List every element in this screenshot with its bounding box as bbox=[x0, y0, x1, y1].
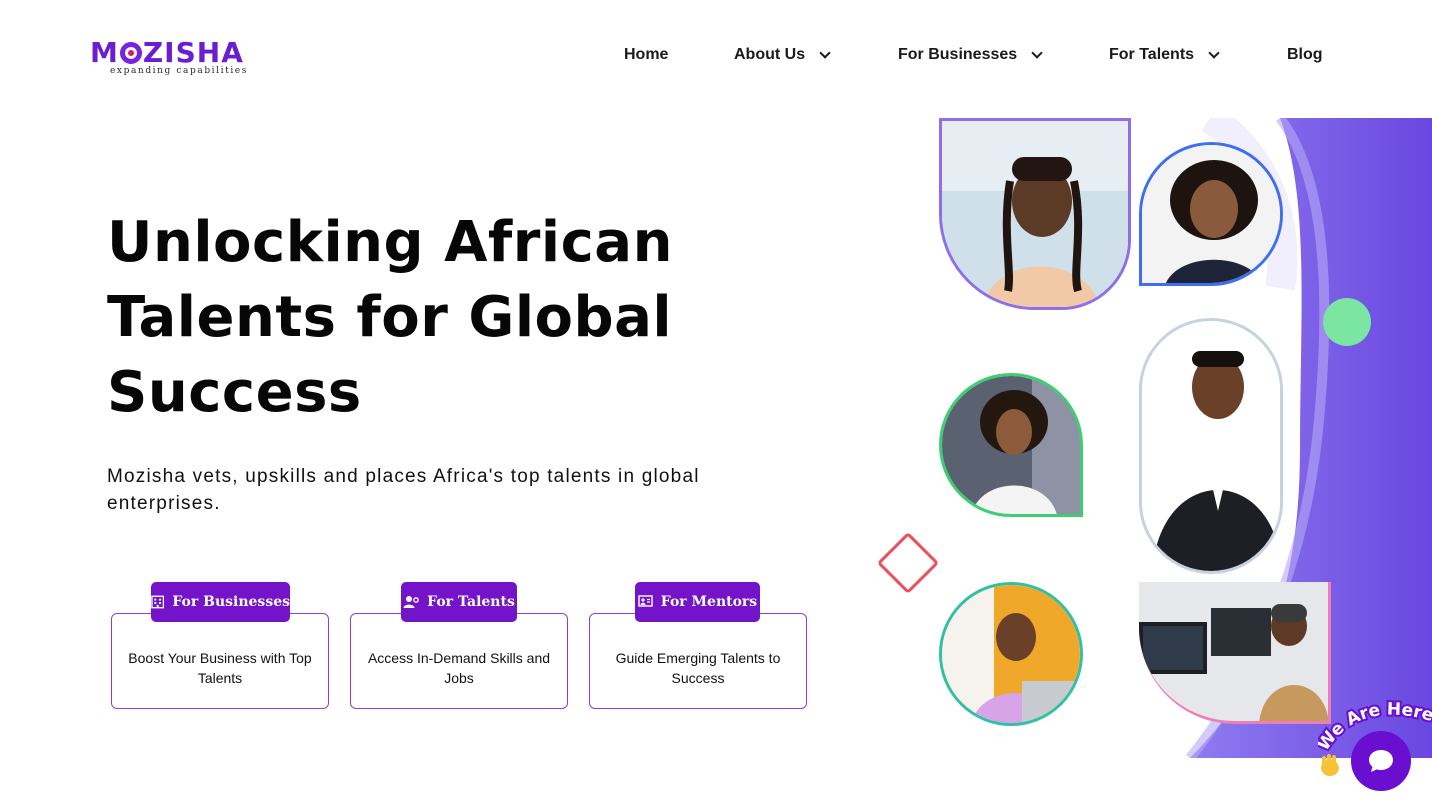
for-talents-button[interactable]: For Talents bbox=[401, 582, 517, 622]
chat-widget-button[interactable] bbox=[1351, 731, 1411, 791]
mentor-board-icon bbox=[638, 595, 653, 607]
red-diamond-decoration bbox=[876, 531, 940, 595]
nav-blog-label: Blog bbox=[1287, 46, 1323, 63]
nav-talents-label: For Talents bbox=[1109, 46, 1195, 63]
page: M ZISHA expanding capabilities Home About… bbox=[0, 0, 1432, 809]
for-mentors-button[interactable]: For Mentors bbox=[635, 582, 760, 622]
logo-o-mark bbox=[119, 42, 142, 64]
for-mentors-button-label: For Mentors bbox=[660, 594, 758, 610]
nav-for-businesses[interactable]: For Businesses bbox=[898, 46, 1043, 64]
for-talents-button-label: For Talents bbox=[427, 594, 515, 610]
hero-title-line-2: Talents for Global bbox=[107, 285, 673, 350]
logo-tagline: expanding capabilities bbox=[110, 66, 248, 76]
business-card-text: Boost Your Business with Top Talents bbox=[128, 650, 312, 686]
photo-man-in-suit bbox=[1139, 318, 1283, 574]
logo-wordmark: M ZISHA bbox=[90, 36, 244, 69]
chevron-down-icon bbox=[819, 46, 831, 59]
nav-about-us[interactable]: About Us bbox=[734, 46, 831, 64]
nav-home[interactable]: Home bbox=[624, 46, 668, 64]
mentors-card: Guide Emerging Talents to Success bbox=[589, 613, 807, 709]
photo-woman-headset bbox=[939, 582, 1083, 726]
talents-card-text: Access In-Demand Skills and Jobs bbox=[367, 650, 551, 686]
talents-card: Access In-Demand Skills and Jobs bbox=[350, 613, 568, 709]
hero-subtitle: Mozisha vets, upskills and places Africa… bbox=[107, 466, 700, 514]
photo-woman-smiling bbox=[1139, 142, 1283, 286]
nav-home-label: Home bbox=[624, 46, 669, 63]
hero-title-line-3: Success bbox=[107, 360, 362, 425]
for-businesses-button[interactable]: For Businesses bbox=[151, 582, 290, 622]
hero-title-line-1: Unlocking African bbox=[107, 210, 673, 275]
hero-title: Unlocking African Talents for Global Suc… bbox=[107, 205, 787, 430]
chevron-down-icon bbox=[1031, 46, 1043, 59]
photo-woman-on-phone bbox=[939, 118, 1131, 310]
user-gear-icon bbox=[403, 596, 420, 608]
photo-woman-glasses bbox=[939, 373, 1083, 517]
waving-hand-icon bbox=[1321, 754, 1339, 776]
green-dot-decoration bbox=[1323, 298, 1371, 346]
chat-icon bbox=[1369, 750, 1393, 772]
nav-about-label: About Us bbox=[734, 46, 806, 63]
building-icon bbox=[151, 595, 165, 609]
chevron-down-icon bbox=[1208, 46, 1220, 59]
nav-blog[interactable]: Blog bbox=[1287, 46, 1323, 64]
mentors-card-text: Guide Emerging Talents to Success bbox=[615, 650, 781, 686]
business-card: Boost Your Business with Top Talents bbox=[111, 613, 329, 709]
brand-logo[interactable]: M ZISHA expanding capabilities bbox=[90, 38, 286, 78]
for-businesses-button-label: For Businesses bbox=[172, 594, 290, 610]
nav-for-talents[interactable]: For Talents bbox=[1109, 46, 1220, 64]
nav-businesses-label: For Businesses bbox=[898, 46, 1018, 63]
